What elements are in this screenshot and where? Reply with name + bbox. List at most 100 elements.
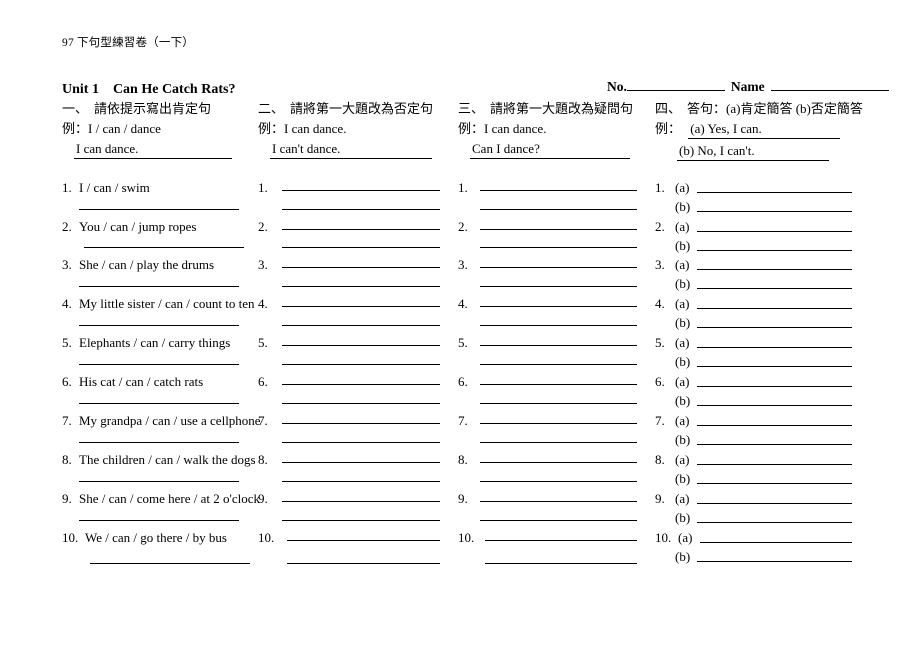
c4-answer-line-3b[interactable] (697, 288, 852, 289)
c2-answer-line-6a[interactable] (282, 384, 440, 385)
c2-answer-line-1a[interactable] (282, 190, 440, 191)
c3-answer-line-5b[interactable] (480, 364, 637, 365)
c4-answer-line-4a[interactable] (697, 308, 852, 309)
c1-answer-line-2[interactable] (84, 247, 244, 248)
c4-number-5: 5. (655, 335, 665, 350)
c4-answer-line-1b[interactable] (697, 211, 852, 212)
c2-answer-line-9b[interactable] (282, 520, 440, 521)
c3-answer-line-4a[interactable] (480, 306, 637, 307)
section-number-2: 二、 (258, 101, 285, 116)
c2-answer-line-7b[interactable] (282, 442, 440, 443)
example-answer-3: Can I dance? (470, 141, 630, 159)
student-id-fields: No. Name (607, 78, 889, 95)
c3-answer-line-5a[interactable] (480, 345, 637, 346)
c1-prompt-2: You / can / jump ropes (79, 219, 197, 234)
c1-answer-line-8[interactable] (79, 481, 239, 482)
c3-answer-line-10a[interactable] (485, 540, 637, 541)
c2-answer-line-2b[interactable] (282, 247, 440, 248)
c1-answer-line-10[interactable] (90, 563, 250, 564)
c4-answer-line-9b[interactable] (697, 522, 852, 523)
c1-answer-line-7[interactable] (79, 442, 239, 443)
c3-number-3: 3. (458, 257, 468, 272)
c3-answer-line-2a[interactable] (480, 229, 637, 230)
c4-answer-line-8a[interactable] (697, 464, 852, 465)
c2-answer-line-10b[interactable] (287, 563, 440, 564)
c1-prompt-6: His cat / can / catch rats (79, 374, 204, 389)
c3-answer-line-1b[interactable] (480, 209, 637, 210)
example-block-1: 例：I / can / dance I can dance. (62, 121, 232, 159)
c2-answer-line-9a[interactable] (282, 501, 440, 502)
c2-number-6: 6. (258, 374, 268, 389)
c2-answer-line-4a[interactable] (282, 306, 440, 307)
c4-number-1: 1. (655, 180, 665, 195)
c1-number-7: 7. (62, 413, 72, 428)
c4-answer-line-7a[interactable] (697, 425, 852, 426)
c4-answer-line-5b[interactable] (697, 366, 852, 367)
c2-answer-line-6b[interactable] (282, 403, 440, 404)
example-label-1: 例： (62, 121, 89, 136)
c4-answer-line-6a[interactable] (697, 386, 852, 387)
c3-answer-line-6a[interactable] (480, 384, 637, 385)
c3-answer-line-7a[interactable] (480, 423, 637, 424)
c2-answer-line-4b[interactable] (282, 325, 440, 326)
c4-answer-line-10b[interactable] (697, 561, 852, 562)
c1-answer-line-5[interactable] (79, 364, 239, 365)
c1-prompt-1: I / can / swim (79, 180, 150, 195)
c3-answer-line-2b[interactable] (480, 247, 637, 248)
section-heading-1: 一、 請依提示寫出肯定句 (62, 102, 211, 115)
c3-number-2: 2. (458, 219, 468, 234)
c2-answer-line-5b[interactable] (282, 364, 440, 365)
c3-answer-line-9a[interactable] (480, 501, 637, 502)
no-input-line[interactable] (626, 78, 725, 91)
c2-answer-line-1b[interactable] (282, 209, 440, 210)
c3-answer-line-1a[interactable] (480, 190, 637, 191)
name-label: Name (730, 79, 765, 94)
c4-answer-line-2a[interactable] (697, 231, 852, 232)
c4-answer-line-8b[interactable] (697, 483, 852, 484)
section-number-4: 四、 (655, 101, 682, 116)
c3-answer-line-7b[interactable] (480, 442, 637, 443)
c3-answer-line-9b[interactable] (480, 520, 637, 521)
title-row: Unit 1 Can He Catch Rats? No. Name (62, 78, 889, 97)
c3-answer-line-6b[interactable] (480, 403, 637, 404)
c3-answer-line-3b[interactable] (480, 286, 637, 287)
c2-answer-line-8b[interactable] (282, 481, 440, 482)
c1-number-8: 8. (62, 452, 72, 467)
c1-answer-line-6[interactable] (79, 403, 239, 404)
c4-answer-line-5a[interactable] (697, 347, 852, 348)
c3-number-10: 10. (458, 530, 475, 545)
c4-answer-line-7b[interactable] (697, 444, 852, 445)
c1-answer-line-9[interactable] (79, 520, 239, 521)
c3-answer-line-8a[interactable] (480, 462, 637, 463)
section-number-1: 一、 (62, 101, 89, 116)
c2-number-2: 2. (258, 219, 268, 234)
c4-answer-line-4b[interactable] (697, 327, 852, 328)
c3-answer-line-3a[interactable] (480, 267, 637, 268)
c1-answer-line-3[interactable] (79, 286, 239, 287)
name-input-line[interactable] (770, 78, 889, 91)
c3-answer-line-4b[interactable] (480, 325, 637, 326)
running-head: 97 下句型練習卷（一下） (62, 37, 194, 49)
c2-answer-line-5a[interactable] (282, 345, 440, 346)
c3-answer-line-10b[interactable] (485, 563, 637, 564)
c2-answer-line-10a[interactable] (287, 540, 440, 541)
c4-answer-line-6b[interactable] (697, 405, 852, 406)
section-heading-2: 二、 請將第一大題改為否定句 (258, 102, 433, 115)
c2-answer-line-3b[interactable] (282, 286, 440, 287)
c4-answer-line-10a[interactable] (700, 542, 852, 543)
c3-answer-line-8b[interactable] (480, 481, 637, 482)
c4-answer-line-3a[interactable] (697, 269, 852, 270)
c4-number-4: 4. (655, 296, 665, 311)
c2-answer-line-7a[interactable] (282, 423, 440, 424)
c2-answer-line-2a[interactable] (282, 229, 440, 230)
c4-answer-line-9a[interactable] (697, 503, 852, 504)
c1-number-4: 4. (62, 296, 72, 311)
c2-answer-line-3a[interactable] (282, 267, 440, 268)
c1-answer-line-4[interactable] (79, 325, 239, 326)
c4-answer-line-1a[interactable] (697, 192, 852, 193)
c2-answer-line-8a[interactable] (282, 462, 440, 463)
c1-answer-line-1[interactable] (79, 209, 239, 210)
c2-number-8: 8. (258, 452, 268, 467)
c1-number-1: 1. (62, 180, 72, 195)
c4-answer-line-2b[interactable] (697, 250, 852, 251)
